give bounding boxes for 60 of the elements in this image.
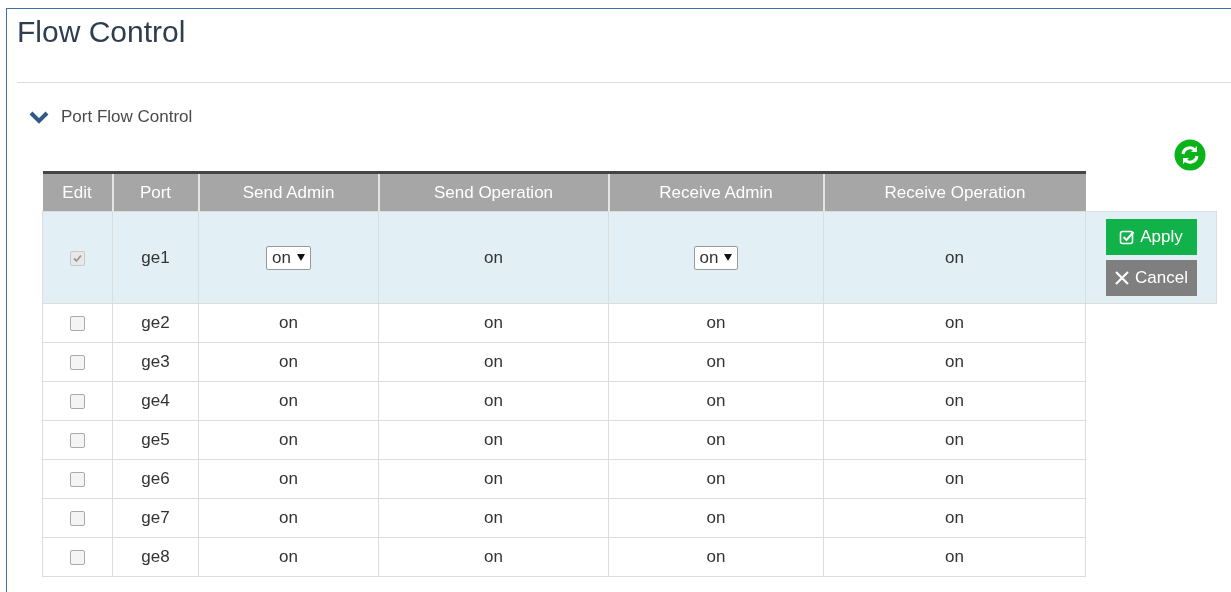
table-cell: on: [608, 381, 824, 421]
table-cell: on: [378, 459, 609, 499]
table-cell: on: [198, 498, 379, 538]
table-cell: on: [378, 211, 609, 304]
table-cell: on: [378, 342, 609, 382]
table-cell: on: [378, 537, 609, 577]
row-checkbox[interactable]: [70, 550, 85, 565]
refresh-icon[interactable]: [1174, 139, 1206, 171]
row-checkbox[interactable]: [70, 511, 85, 526]
table-cell: on: [823, 381, 1086, 421]
table-cell: on: [608, 537, 824, 577]
table-cell: on: [608, 459, 824, 499]
table-cell: on: [198, 342, 379, 382]
column-header: Port: [112, 172, 199, 212]
port-cell: ge6: [112, 459, 199, 499]
section-header[interactable]: Port Flow Control: [61, 107, 193, 127]
column-header: Receive Admin: [608, 172, 824, 212]
chevron-down-icon[interactable]: [29, 110, 49, 124]
table-cell: on: [823, 211, 1086, 304]
table-cell: on: [823, 498, 1086, 538]
port-cell: ge1: [112, 211, 199, 304]
caret-down-icon: [724, 254, 733, 261]
port-cell: ge3: [112, 342, 199, 382]
close-icon: [1114, 270, 1131, 286]
table-cell: on: [608, 342, 824, 382]
table-cell: on: [198, 420, 379, 460]
table-cell: on: [823, 342, 1086, 382]
table-cell: on: [378, 420, 609, 460]
table-cell: on: [198, 303, 379, 343]
page-title: Flow Control: [16, 14, 187, 50]
column-header: Send Operation: [378, 172, 609, 212]
row-checkbox[interactable]: [70, 316, 85, 331]
row-checkbox[interactable]: [70, 394, 85, 409]
table-cell: on: [198, 459, 379, 499]
table-cell: on: [608, 420, 824, 460]
check-icon: [72, 252, 83, 264]
caret-down-icon: [296, 254, 305, 261]
port-cell: ge7: [112, 498, 199, 538]
table-cell: on: [608, 498, 824, 538]
checkbox-check-icon: [1119, 229, 1136, 245]
row-checkbox[interactable]: [70, 472, 85, 487]
table-cell: on: [198, 381, 379, 421]
port-cell: ge8: [112, 537, 199, 577]
column-header: Edit: [42, 172, 113, 212]
row-checkbox[interactable]: [70, 433, 85, 448]
table-cell: on: [823, 537, 1086, 577]
table-cell: on: [823, 420, 1086, 460]
table-cell: on: [608, 303, 824, 343]
table-cell: on: [198, 537, 379, 577]
port-cell: ge4: [112, 381, 199, 421]
table-cell: on: [378, 303, 609, 343]
port-cell: ge5: [112, 420, 199, 460]
port-cell: ge2: [112, 303, 199, 343]
table-cell: on: [823, 303, 1086, 343]
table-cell: on: [378, 381, 609, 421]
table-cell: on: [823, 459, 1086, 499]
table-cell: on: [378, 498, 609, 538]
column-header: Send Admin: [198, 172, 379, 212]
row-checkbox[interactable]: [70, 355, 85, 370]
column-header: Receive Operation: [823, 172, 1086, 212]
